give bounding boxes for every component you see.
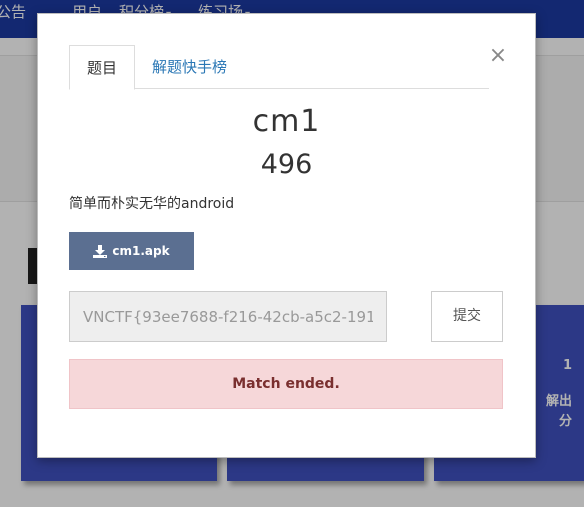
close-icon: × [488, 43, 508, 68]
close-button[interactable]: × [488, 44, 508, 68]
challenge-score: 496 [260, 149, 313, 180]
modal-tabs: 题目 解题快手榜 [69, 45, 489, 90]
submit-button[interactable]: 提交 [431, 291, 503, 342]
tab-solves-ranking[interactable]: 解题快手榜 [152, 45, 227, 87]
download-icon [93, 244, 108, 258]
flag-input[interactable] [69, 291, 387, 342]
download-file-button[interactable]: cm1.apk [69, 232, 194, 270]
challenge-name: cm1 [252, 104, 321, 139]
challenge-description: 简单而朴实无华的android [69, 196, 235, 212]
match-ended-alert: Match ended. [69, 359, 503, 409]
challenge-modal: 题目 解题快手榜 × cm1 496 简单而朴实无华的android cm1.a… [37, 13, 536, 458]
tab-challenge[interactable]: 题目 [69, 45, 135, 90]
download-label: cm1.apk [112, 244, 170, 258]
